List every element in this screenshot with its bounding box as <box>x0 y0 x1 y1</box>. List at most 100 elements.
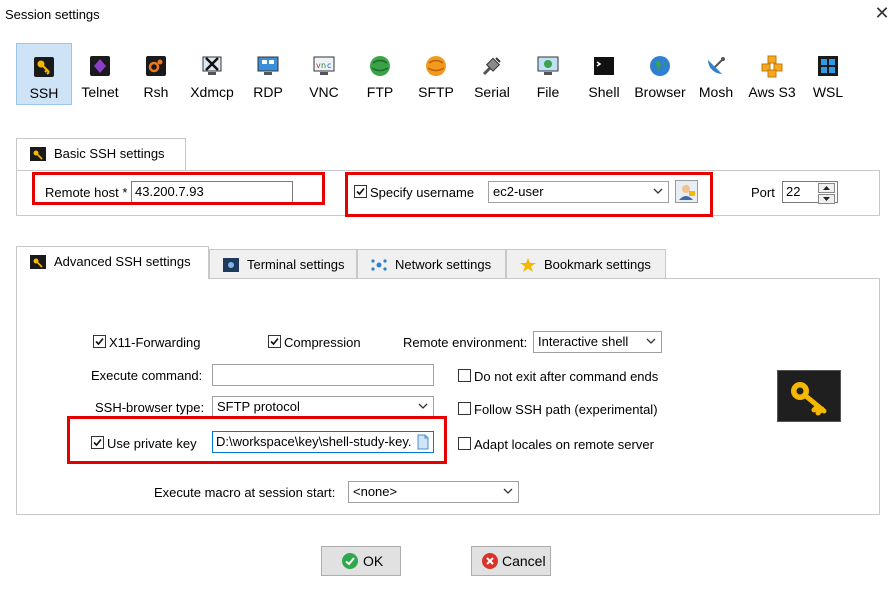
protocol-rdp[interactable]: RDP <box>240 43 296 105</box>
follow-ssh-path-checkbox[interactable] <box>458 402 471 415</box>
protocol-label: Browser <box>634 84 686 100</box>
cancel-button[interactable]: Cancel <box>471 546 551 576</box>
rsh-icon <box>144 54 168 78</box>
ok-label: OK <box>363 553 384 569</box>
svg-text:n: n <box>321 61 326 70</box>
protocol-label: VNC <box>309 84 339 100</box>
svg-text:c: c <box>327 61 331 70</box>
window-title: Session settings <box>5 7 100 22</box>
remote-environment-value: Interactive shell <box>538 334 629 349</box>
protocol-sftp[interactable]: SFTP <box>408 43 464 105</box>
protocol-rsh[interactable]: Rsh <box>128 43 184 105</box>
chevron-down-icon <box>417 400 429 412</box>
key-icon <box>30 147 46 161</box>
execute-macro-label: Execute macro at session start: <box>154 485 336 500</box>
serial-plug-icon <box>480 54 504 78</box>
tab-bookmark-settings[interactable]: Bookmark settings <box>506 249 666 279</box>
tab-label: Network settings <box>395 257 492 272</box>
ftp-globe-icon <box>368 54 392 78</box>
port-spinner[interactable] <box>818 183 835 204</box>
tab-label: Terminal settings <box>247 257 345 272</box>
file-monitor-icon <box>536 54 560 78</box>
mosh-satellite-icon <box>704 54 728 78</box>
shell-terminal-icon <box>592 54 616 78</box>
star-icon <box>520 258 536 272</box>
compression-label: Compression <box>284 335 361 350</box>
aws-s3-cubes-icon <box>760 54 784 78</box>
tab-advanced-ssh-settings[interactable]: Advanced SSH settings <box>16 246 209 279</box>
remote-environment-label: Remote environment: <box>403 335 528 350</box>
key-icon <box>30 255 46 269</box>
port-label: Port <box>751 185 775 200</box>
protocol-label: Shell <box>588 84 620 100</box>
protocol-label: Mosh <box>698 84 734 100</box>
no-exit-label: Do not exit after command ends <box>474 369 659 384</box>
tab-label: Bookmark settings <box>544 257 651 272</box>
tab-label: Basic SSH settings <box>54 146 165 161</box>
protocol-serial[interactable]: Serial <box>464 43 520 105</box>
adapt-locales-checkbox[interactable] <box>458 437 471 450</box>
browser-globe-icon <box>648 54 672 78</box>
ok-button[interactable]: OK <box>321 546 401 576</box>
ssh-key-icon <box>32 55 56 79</box>
adapt-locales-label: Adapt locales on remote server <box>474 437 654 452</box>
close-button[interactable]: ✕ <box>872 2 892 24</box>
protocol-label: Telnet <box>81 84 119 100</box>
protocol-label: RDP <box>253 84 283 100</box>
no-exit-checkbox[interactable] <box>458 369 471 382</box>
highlight-username <box>345 172 713 217</box>
tab-terminal-settings[interactable]: Terminal settings <box>209 249 357 279</box>
advanced-settings-panel <box>16 278 880 515</box>
protocol-mosh[interactable]: Mosh <box>688 43 744 105</box>
protocol-ftp[interactable]: FTP <box>352 43 408 105</box>
highlight-remote-host <box>32 172 325 205</box>
ssh-browser-type-select[interactable]: SFTP protocol <box>212 396 434 418</box>
execute-command-label: Execute command: <box>91 368 203 383</box>
sftp-globe-icon <box>424 54 448 78</box>
protocol-label: WSL <box>812 84 844 100</box>
tab-label: Advanced SSH settings <box>54 254 191 269</box>
terminal-icon <box>223 258 239 272</box>
xdmcp-icon <box>200 54 224 78</box>
network-icon <box>371 258 387 272</box>
spin-down-icon[interactable] <box>818 194 835 204</box>
protocol-vnc[interactable]: vnc VNC <box>296 43 352 105</box>
ssh-browser-type-label: SSH-browser type: <box>95 400 205 415</box>
protocol-shell[interactable]: Shell <box>576 43 632 105</box>
remote-environment-select[interactable]: Interactive shell <box>533 331 662 353</box>
ssh-key-image-icon <box>777 370 841 422</box>
rdp-icon <box>256 54 280 78</box>
tab-network-settings[interactable]: Network settings <box>357 249 506 279</box>
port-value: 22 <box>786 184 801 199</box>
follow-ssh-path-label: Follow SSH path (experimental) <box>474 402 658 417</box>
cancel-x-icon <box>482 553 498 569</box>
protocol-ssh[interactable]: SSH <box>16 43 72 105</box>
tab-basic-ssh-settings[interactable]: Basic SSH settings <box>16 138 186 171</box>
protocol-wsl[interactable]: WSL <box>800 43 856 105</box>
protocol-telnet[interactable]: Telnet <box>72 43 128 105</box>
protocol-file[interactable]: File <box>520 43 576 105</box>
spin-up-icon[interactable] <box>818 183 835 193</box>
compression-checkbox[interactable] <box>268 335 281 348</box>
protocol-browser[interactable]: Browser <box>632 43 688 105</box>
execute-macro-select[interactable]: <none> <box>348 481 519 503</box>
x11-forwarding-checkbox[interactable] <box>93 335 106 348</box>
telnet-icon <box>88 54 112 78</box>
protocol-label: SSH <box>29 85 59 101</box>
protocol-label: FTP <box>366 84 394 100</box>
x11-forwarding-label: X11-Forwarding <box>109 335 201 350</box>
highlight-private-key <box>67 416 447 464</box>
execute-macro-value: <none> <box>353 484 398 499</box>
protocol-label: File <box>536 84 560 100</box>
protocol-label: SFTP <box>418 84 454 100</box>
execute-command-input[interactable] <box>212 364 434 386</box>
protocol-label: Aws S3 <box>748 84 796 100</box>
protocol-aws-s3[interactable]: Aws S3 <box>744 43 800 105</box>
protocol-label: Xdmcp <box>190 84 234 100</box>
protocol-label: Rsh <box>143 84 169 100</box>
cancel-label: Cancel <box>502 553 546 569</box>
wsl-windows-icon <box>816 54 840 78</box>
checkmark-icon <box>342 553 358 569</box>
ssh-browser-type-value: SFTP protocol <box>217 399 300 414</box>
protocol-xdmcp[interactable]: Xdmcp <box>184 43 240 105</box>
